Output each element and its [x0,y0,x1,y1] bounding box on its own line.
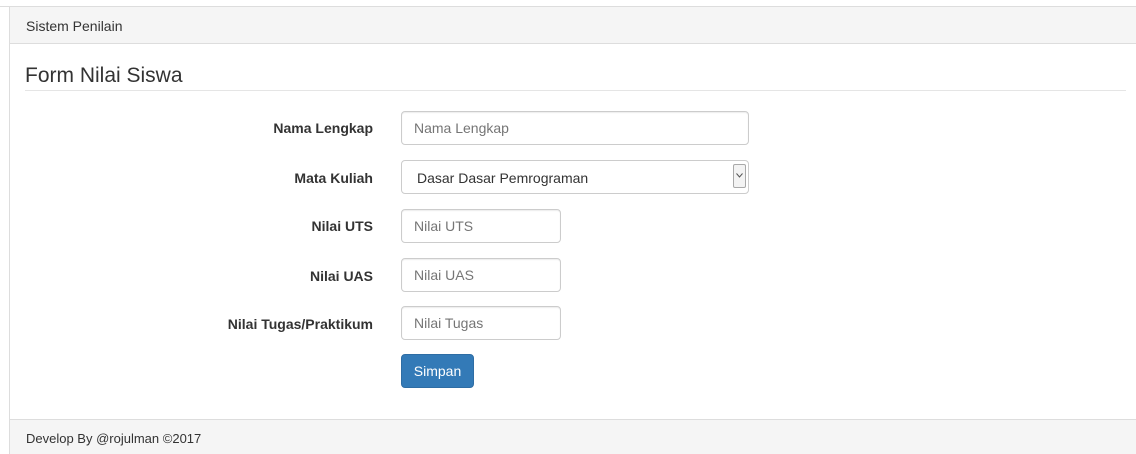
simpan-button[interactable]: Simpan [401,354,474,388]
mata-kuliah-select[interactable]: Dasar Dasar Pemrograman [401,160,749,194]
panel-border [9,44,10,419]
nilai-uts-label: Nilai UTS [311,218,373,234]
mata-kuliah-selected-value: Dasar Dasar Pemrograman [417,170,589,186]
app-title: Sistem Penilain [26,18,123,34]
panel-footer: Develop By @rojulman ©2017 [9,419,1136,454]
nama-lengkap-label: Nama Lengkap [273,120,373,136]
nilai-uas-input[interactable] [401,258,561,292]
footer-credit: Develop By @rojulman ©2017 [26,431,202,446]
panel-heading: Sistem Penilain [9,7,1136,44]
page: Sistem Penilain Form Nilai Siswa Nama Le… [0,0,1136,454]
nama-lengkap-input[interactable] [401,111,749,145]
nilai-uas-label: Nilai UAS [309,268,373,284]
nilai-tugas-input[interactable] [401,306,561,340]
form-title-divider [25,90,1126,91]
nilai-tugas-label: Nilai Tugas/Praktikum [227,316,373,332]
chevron-down-icon[interactable] [733,164,746,188]
mata-kuliah-label: Mata Kuliah [294,170,373,186]
form-title: Form Nilai Siswa [25,64,183,87]
nilai-uts-input[interactable] [401,209,561,243]
